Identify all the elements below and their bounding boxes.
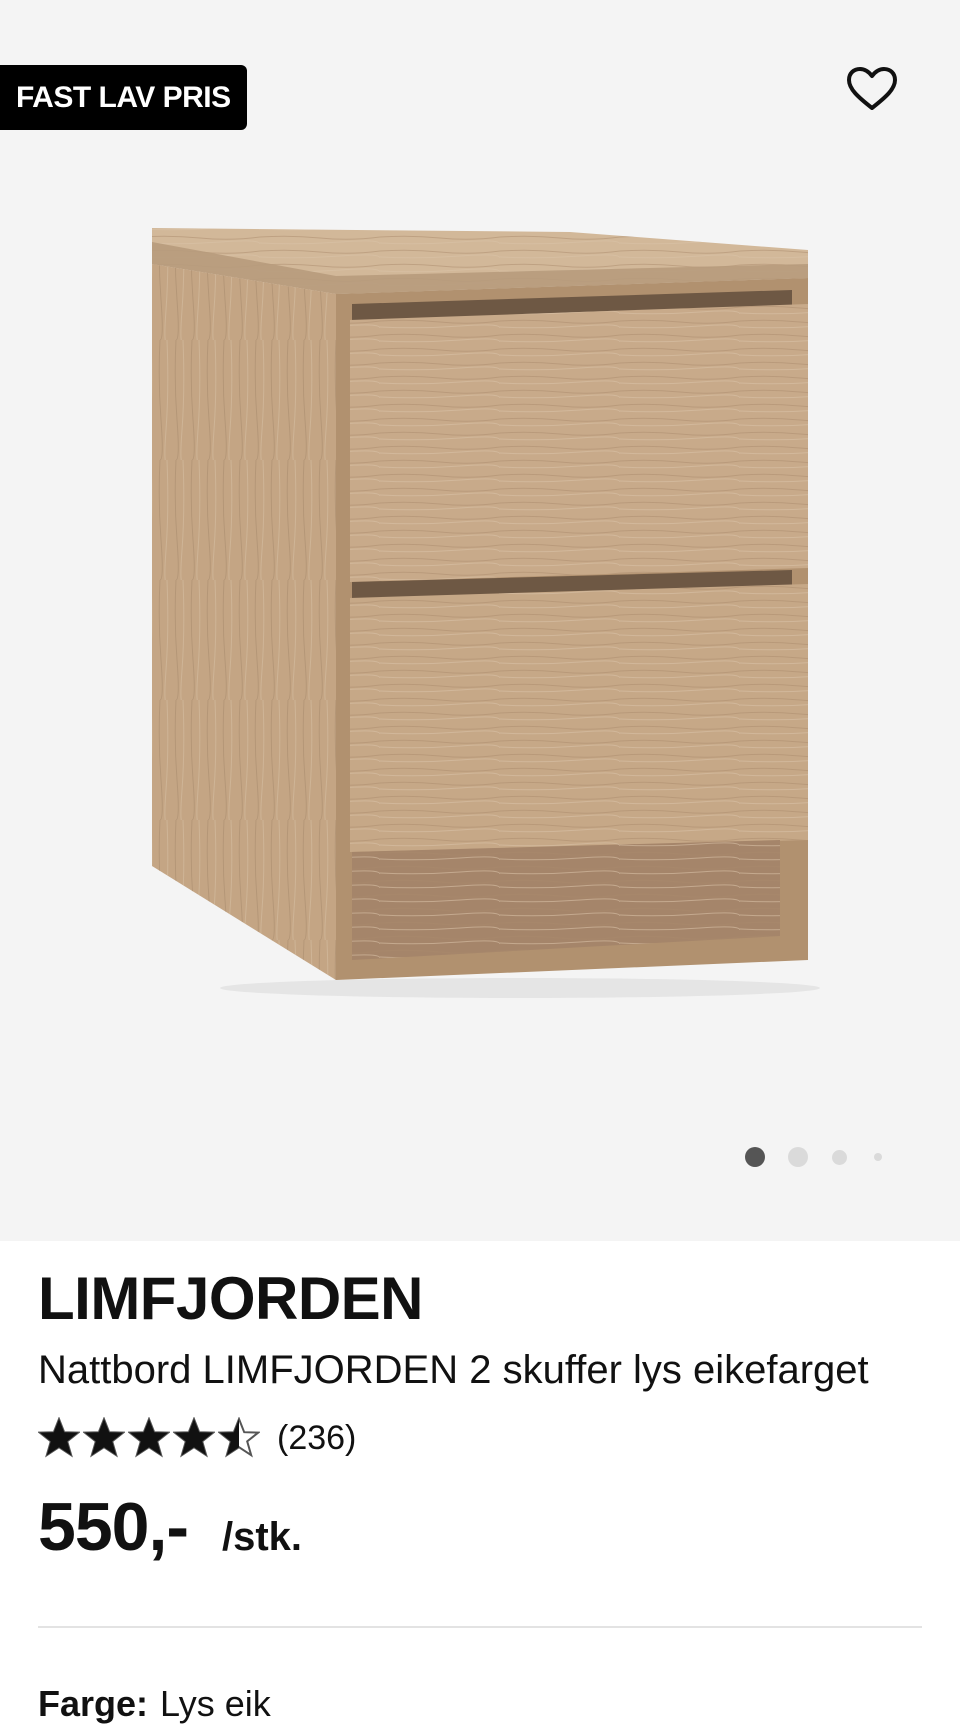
rating-stars [38,1417,263,1459]
color-label: Farge: [38,1683,149,1724]
product-image-gallery[interactable]: FAST LAV PRIS [0,0,960,1241]
fast-lav-pris-badge: FAST LAV PRIS [0,65,247,130]
nightstand-illustration [152,228,820,998]
heart-outline-icon [847,67,897,110]
carousel-pagination [745,1146,882,1168]
star-half-icon [218,1417,260,1458]
product-price: 550,- [38,1489,189,1565]
price-unit: /stk. [222,1515,303,1559]
favorite-button[interactable] [846,66,898,112]
star-full-icon [173,1417,215,1458]
carousel-dot[interactable] [874,1153,882,1161]
review-count[interactable]: (236) [277,1419,356,1458]
star-full-icon [128,1417,170,1458]
product-rating[interactable]: (236) [38,1413,356,1463]
star-full-icon [38,1417,80,1458]
product-image [140,220,830,1000]
star-full-icon [83,1417,125,1458]
carousel-dot-active[interactable] [745,1147,765,1167]
product-description: Nattbord LIMFJORDEN 2 skuffer lys eikefa… [38,1348,869,1392]
carousel-dot[interactable] [832,1149,847,1165]
carousel-dot[interactable] [788,1147,808,1167]
price-row: 550,- /stk. [38,1487,302,1567]
color-selector[interactable]: Farge: Lys eik [38,1681,271,1727]
color-value: Lys eik [160,1683,271,1724]
product-brand: LIMFJORDEN [38,1265,424,1332]
divider [38,1626,922,1628]
